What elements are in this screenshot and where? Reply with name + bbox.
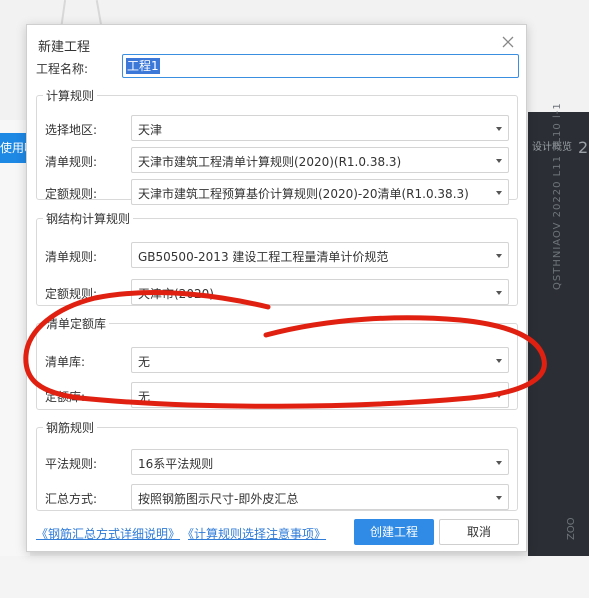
background-right-vertical-text: QSTHNIAOV 20220 L11 2L10 l-1 [552, 102, 563, 290]
quota-library-select[interactable]: 无 [131, 382, 509, 408]
quota-rule-label: 定额规则: [45, 187, 98, 201]
quota-library-group: 清单定额库 清单库: 无 定额库: 无 [36, 315, 518, 410]
steel-quota-rule-row: 定额规则: 天津市(2020) [37, 279, 517, 305]
chevron-down-icon [496, 394, 502, 398]
chevron-down-icon [496, 254, 502, 258]
project-name-label: 工程名称: [36, 62, 89, 76]
bill-library-select[interactable]: 无 [131, 347, 509, 373]
region-value: 天津 [138, 123, 163, 137]
steel-bill-rule-select[interactable]: GB50500-2013 建设工程工程量清单计价规范 [131, 242, 509, 268]
flat-rule-value: 16系平法规则 [138, 457, 214, 471]
close-icon[interactable] [500, 34, 516, 50]
steel-rules-group: 钢结构计算规则 清单规则: GB50500-2013 建设工程工程量清单计价规范… [36, 210, 518, 306]
steel-quota-rule-value: 天津市(2020) [138, 287, 214, 301]
rebar-rules-group: 钢筋规则 平法规则: 16系平法规则 汇总方式: 按照钢筋图示尺寸-即外皮汇总 [36, 419, 518, 511]
bill-rule-value: 天津市建筑工程清单计算规则(2020)(R1.0.38.3) [138, 155, 402, 169]
quota-rule-row: 定额规则: 天津市建筑工程预算基价计算规则(2020)-20清单(R1.0.38… [37, 179, 517, 205]
background-bottom-area [0, 556, 589, 598]
rebar-rules-legend: 钢筋规则 [46, 421, 95, 435]
bill-library-row: 清单库: 无 [37, 347, 517, 373]
project-name-input[interactable]: 工程1 [122, 54, 519, 78]
flat-rule-row: 平法规则: 16系平法规则 [37, 449, 517, 475]
steel-quota-rule-label: 定额规则: [45, 287, 98, 301]
chevron-down-icon [496, 191, 502, 195]
rebar-summary-help-link[interactable]: 《钢筋汇总方式详细说明》 [36, 527, 180, 541]
quota-rule-select[interactable]: 天津市建筑工程预算基价计算规则(2020)-20清单(R1.0.38.3) [131, 179, 509, 205]
quota-library-row: 定额库: 无 [37, 382, 517, 408]
region-label: 选择地区: [45, 123, 98, 137]
region-row: 选择地区: 天津 [37, 115, 517, 141]
bill-library-label: 清单库: [45, 355, 86, 369]
summary-mode-label: 汇总方式: [45, 492, 98, 506]
flat-rule-label: 平法规则: [45, 457, 98, 471]
steel-bill-rule-label: 清单规则: [45, 250, 98, 264]
bill-rule-select[interactable]: 天津市建筑工程清单计算规则(2020)(R1.0.38.3) [131, 147, 509, 173]
steel-bill-rule-row: 清单规则: GB50500-2013 建设工程工程量清单计价规范 [37, 242, 517, 268]
steel-rules-legend: 钢结构计算规则 [46, 212, 131, 226]
dialog-title: 新建工程 [38, 40, 91, 55]
chevron-down-icon [496, 496, 502, 500]
cancel-button[interactable]: 取消 [439, 519, 519, 545]
chevron-down-icon [496, 359, 502, 363]
quota-library-label: 定额库: [45, 390, 86, 404]
calc-rule-help-link[interactable]: 《计算规则选择注意事项》 [188, 527, 326, 541]
help-links: 《钢筋汇总方式详细说明》 《计算规则选择注意事项》 [36, 525, 326, 542]
flat-rule-select[interactable]: 16系平法规则 [131, 449, 509, 475]
background-right-vertical-text-2: ZOO [566, 517, 577, 540]
steel-bill-rule-value: GB50500-2013 建设工程工程量清单计价规范 [138, 250, 389, 264]
summary-mode-value: 按照钢筋图示尺寸-即外皮汇总 [138, 492, 299, 506]
quota-library-value: 无 [138, 390, 151, 404]
chevron-down-icon [496, 127, 502, 131]
bill-rule-row: 清单规则: 天津市建筑工程清单计算规则(2020)(R1.0.38.3) [37, 147, 517, 173]
region-select[interactable]: 天津 [131, 115, 509, 141]
summary-mode-select[interactable]: 按照钢筋图示尺寸-即外皮汇总 [131, 484, 509, 510]
project-name-value: 工程1 [126, 58, 160, 74]
bill-rule-label: 清单规则: [45, 155, 98, 169]
calc-rules-legend: 计算规则 [46, 89, 95, 103]
new-project-dialog: 新建工程 工程名称: 工程1 计算规则 选择地区: 天津 清单规则: 天津市建筑… [26, 24, 527, 552]
calc-rules-group: 计算规则 选择地区: 天津 清单规则: 天津市建筑工程清单计算规则(2020)(… [36, 87, 518, 205]
bill-library-value: 无 [138, 355, 151, 369]
quota-library-legend: 清单定额库 [46, 317, 107, 331]
steel-quota-rule-select[interactable]: 天津市(2020) [131, 279, 509, 305]
chevron-down-icon [496, 159, 502, 163]
background-right-number: 2 [578, 138, 589, 157]
chevron-down-icon [496, 461, 502, 465]
summary-mode-row: 汇总方式: 按照钢筋图示尺寸-即外皮汇总 [37, 484, 517, 510]
chevron-down-icon [496, 291, 502, 295]
quota-rule-value: 天津市建筑工程预算基价计算规则(2020)-20清单(R1.0.38.3) [138, 187, 469, 201]
create-project-button[interactable]: 创建工程 [354, 519, 434, 545]
